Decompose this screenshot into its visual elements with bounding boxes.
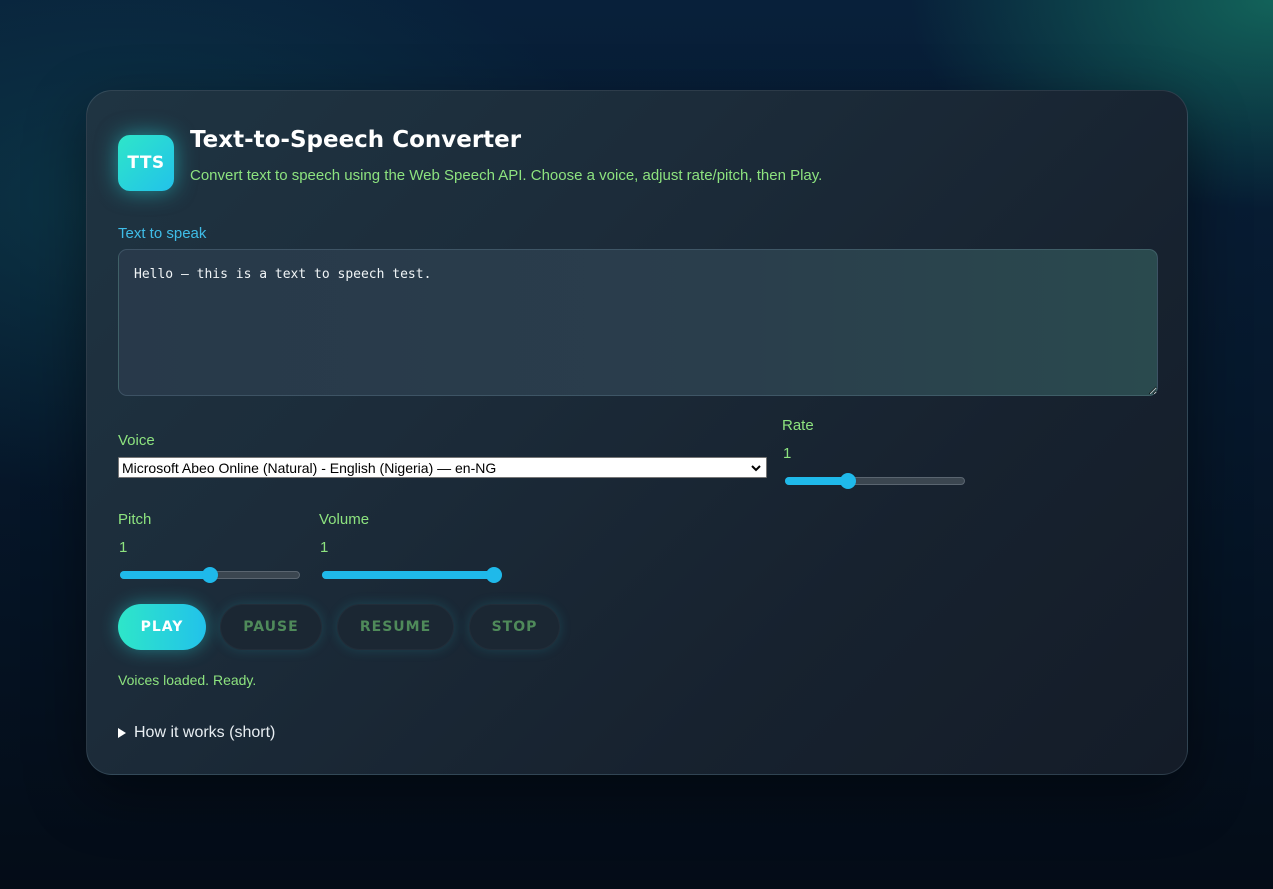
chevron-down-icon (751, 465, 761, 472)
volume-slider-thumb[interactable] (486, 567, 502, 583)
tts-logo: TTS (118, 135, 174, 191)
rate-label: Rate (782, 417, 814, 434)
pitch-slider-fill (120, 571, 210, 579)
text-to-speak-input[interactable] (118, 249, 1158, 396)
how-it-works-label: How it works (short) (134, 724, 276, 741)
volume-slider[interactable] (322, 566, 502, 583)
rate-slider[interactable] (785, 472, 965, 489)
page-title: Text-to-Speech Converter (190, 127, 522, 153)
play-button[interactable]: PLAY (118, 604, 206, 650)
stop-button[interactable]: STOP (469, 604, 560, 650)
resume-button[interactable]: RESUME (337, 604, 454, 650)
logo-text: TTS (127, 153, 165, 173)
voice-select[interactable]: Microsoft Abeo Online (Natural) - Englis… (118, 457, 767, 478)
rate-value: 1 (783, 445, 792, 462)
pitch-label: Pitch (118, 511, 152, 528)
text-to-speak-label: Text to speak (118, 225, 207, 242)
pitch-value: 1 (119, 539, 128, 556)
pitch-slider-thumb[interactable] (202, 567, 218, 583)
voice-label: Voice (118, 432, 155, 449)
voice-select-value: Microsoft Abeo Online (Natural) - Englis… (122, 459, 497, 476)
pause-button[interactable]: PAUSE (220, 604, 322, 650)
status-text: Voices loaded. Ready. (118, 672, 257, 688)
disclosure-triangle-icon (118, 728, 126, 738)
page-subtitle: Convert text to speech using the Web Spe… (190, 167, 823, 184)
volume-value: 1 (320, 539, 329, 556)
volume-label: Volume (319, 511, 370, 528)
how-it-works-toggle[interactable]: How it works (short) (118, 724, 275, 742)
tts-card: TTS Text-to-Speech Converter Convert tex… (86, 90, 1188, 775)
rate-slider-fill (785, 477, 848, 485)
volume-slider-fill (322, 571, 494, 579)
rate-slider-thumb[interactable] (840, 473, 856, 489)
pitch-slider[interactable] (120, 566, 300, 583)
